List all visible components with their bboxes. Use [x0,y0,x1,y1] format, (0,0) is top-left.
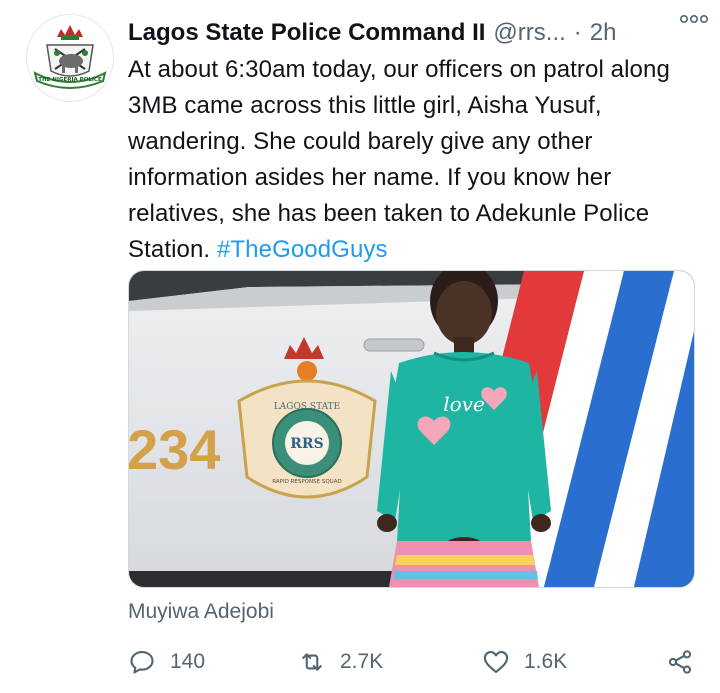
avatar-badge-text: THE NIGERIA POLICE [38,77,102,83]
car-number: 234 [129,418,220,481]
more-options-icon[interactable] [676,8,712,30]
badge-ring-text: RAPID RESPONSE SQUAD [272,479,341,485]
heart-icon [483,651,509,673]
action-bar: 140 2.7K 1.6K [128,644,698,680]
retweet-icon [302,653,322,671]
police-logo-icon: THE NIGERIA POLICE [27,15,113,101]
tweet-media[interactable]: 234 LAGOS STATE RRS RAPID RESPONSE SQUAD… [128,270,695,588]
user-handle[interactable]: @rrs... [493,19,565,47]
tweet-body: At about 6:30am today, our officers on p… [128,56,670,263]
hashtag-link[interactable]: #TheGoodGuys [217,236,388,263]
tweet-photo: 234 LAGOS STATE RRS RAPID RESPONSE SQUAD… [129,271,694,587]
tweet-text: At about 6:30am today, our officers on p… [128,52,708,268]
tweet-header: Lagos State Police Command II @rrs... · … [128,16,700,50]
reply-icon [130,651,154,674]
photo-credit[interactable]: Muyiwa Adejobi [128,600,274,624]
like-button[interactable]: 1.6K [482,644,567,680]
badge-center-text: RRS [290,436,323,452]
reply-button[interactable]: 140 [128,644,205,680]
retweet-button[interactable]: 2.7K [298,644,383,680]
retweet-count: 2.7K [340,650,384,673]
display-name[interactable]: Lagos State Police Command II [128,19,485,47]
avatar[interactable]: THE NIGERIA POLICE [26,14,114,102]
like-count: 1.6K [524,650,568,673]
separator-dot: · [573,19,582,46]
share-icon [668,650,692,674]
share-button[interactable] [666,644,694,680]
reply-count: 140 [170,650,206,673]
shirt-text: love [443,392,485,416]
timestamp[interactable]: 2h [590,19,617,47]
